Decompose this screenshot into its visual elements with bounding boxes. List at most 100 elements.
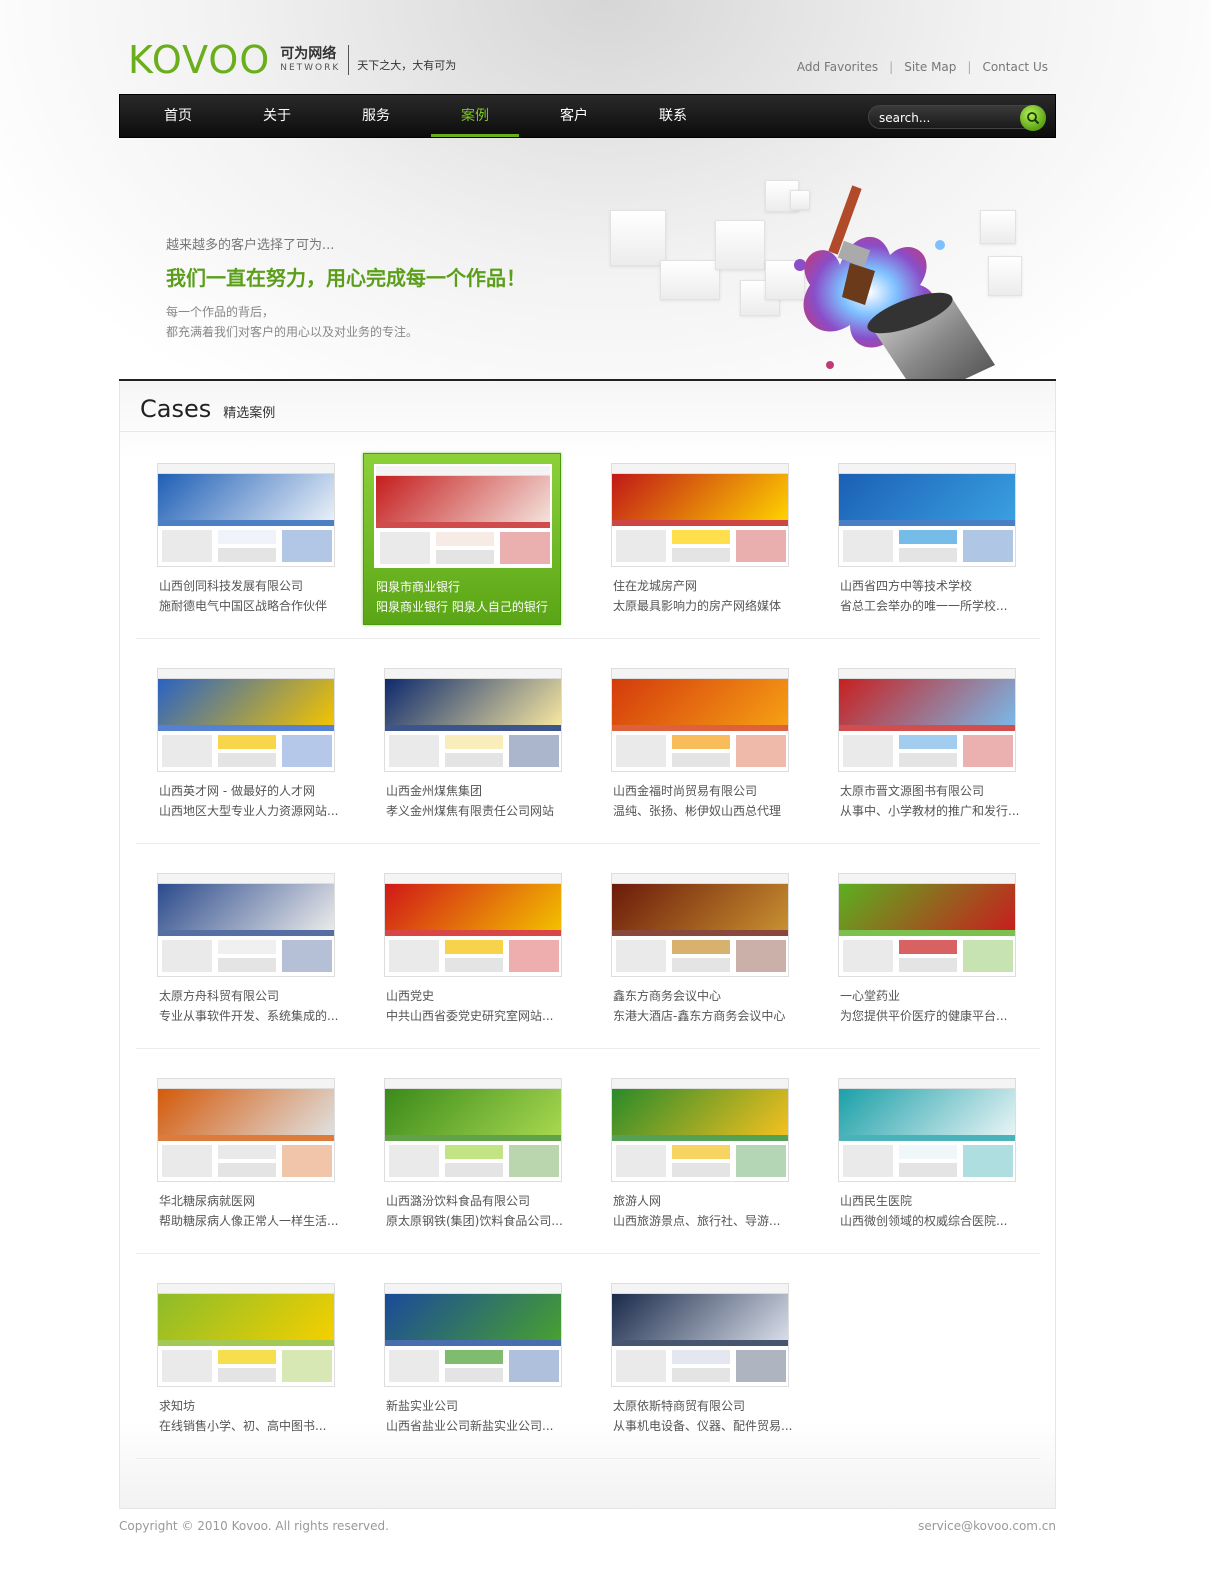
case-card[interactable]: 太原依斯特商贸有限公司 从事机电设备、仪器、配件贸易... — [590, 1273, 792, 1445]
case-name[interactable]: 山西创同科技发展有限公司 — [159, 577, 303, 594]
thumb-block — [445, 735, 503, 749]
contact-email[interactable]: service@kovoo.com.cn — [918, 1519, 1056, 1533]
case-card[interactable]: 山西省四方中等技术学校 省总工会举办的唯一一所学校... — [817, 453, 1016, 625]
case-name[interactable]: 山西潞汾饮料食品有限公司 — [386, 1192, 530, 1209]
case-card[interactable]: 山西英才网 - 做最好的人才网山西地区大型专业人力资源网站... — [136, 658, 338, 830]
case-thumbnail[interactable] — [157, 463, 335, 567]
case-description: 孝义金州煤焦有限责任公司网站 — [386, 804, 555, 818]
thumb-nav — [158, 1340, 334, 1346]
case-name[interactable]: 山西金福时尚贸易有限公司 — [613, 782, 757, 799]
thumb-block — [616, 735, 666, 767]
case-name[interactable]: 太原市晋文源图书有限公司 — [840, 782, 984, 799]
nav-clients[interactable]: 客户 — [530, 95, 618, 137]
thumb-block — [899, 1145, 957, 1159]
thumb-block — [736, 1350, 786, 1382]
thumb-banner — [158, 1089, 334, 1135]
thumb-block — [445, 940, 503, 954]
nav-cases[interactable]: 案例 — [431, 95, 519, 137]
case-thumbnail[interactable] — [157, 668, 335, 772]
case-thumbnail[interactable] — [611, 463, 789, 567]
site-map-link[interactable]: Site Map — [904, 60, 956, 74]
thumb-banner — [839, 679, 1015, 725]
thumb-topbar — [612, 1284, 788, 1294]
nav-services[interactable]: 服务 — [332, 95, 420, 137]
case-name[interactable]: 住在龙城房产网 — [613, 577, 697, 594]
thumb-block — [445, 1145, 503, 1159]
case-card[interactable]: 山西潞汾饮料食品有限公司 原太原钢铁(集团)饮料食品公司... — [363, 1068, 563, 1240]
logo-divider — [348, 45, 350, 75]
thumb-block — [843, 1145, 893, 1177]
case-description: 山西地区大型专业人力资源网站... — [159, 804, 339, 818]
case-thumbnail[interactable] — [374, 464, 552, 568]
thumb-topbar — [839, 1079, 1015, 1089]
nav-about[interactable]: 关于 — [233, 95, 321, 137]
case-name[interactable]: 山西省四方中等技术学校 — [840, 577, 972, 594]
row-divider — [136, 843, 1040, 844]
case-card[interactable]: 住在龙城房产网 太原最具影响力的房产网络媒体 — [590, 453, 789, 625]
case-thumbnail[interactable] — [384, 1078, 562, 1182]
case-name[interactable]: 山西党史 — [386, 987, 434, 1004]
thumb-block — [899, 753, 957, 767]
case-thumbnail[interactable] — [838, 668, 1016, 772]
case-card[interactable]: 山西民生医院 山西微创领域的权威综合医院... — [817, 1068, 1016, 1240]
case-card[interactable]: 旅游人网 山西旅游景点、旅行社、导游... — [590, 1068, 789, 1240]
case-thumbnail[interactable] — [384, 1283, 562, 1387]
thumb-block — [672, 1163, 730, 1177]
case-name[interactable]: 新盐实业公司 — [386, 1397, 458, 1414]
thumb-block — [672, 958, 730, 972]
case-name[interactable]: 山西民生医院 — [840, 1192, 912, 1209]
case-thumbnail[interactable] — [157, 1078, 335, 1182]
case-name[interactable]: 旅游人网 — [613, 1192, 661, 1209]
case-thumbnail[interactable] — [384, 668, 562, 772]
nav-home[interactable]: 首页 — [134, 95, 222, 137]
case-name[interactable]: 一心堂药业 — [840, 987, 900, 1004]
case-card[interactable]: 阳泉市商业银行 阳泉商业银行 阳泉人自己的银行 — [363, 453, 561, 625]
thumb-block — [672, 940, 730, 954]
thumb-block — [218, 1350, 276, 1364]
case-name[interactable]: 鑫东方商务会议中心 — [613, 987, 721, 1004]
case-thumbnail[interactable] — [838, 1078, 1016, 1182]
case-thumbnail[interactable] — [838, 463, 1016, 567]
thumb-block — [500, 532, 550, 564]
case-name[interactable]: 阳泉市商业银行 — [376, 578, 460, 595]
case-card[interactable]: 一心堂药业 为您提供平价医疗的健康平台... — [817, 863, 1016, 1035]
thumb-banner — [839, 474, 1015, 520]
case-description: 帮助糖尿病人像正常人一样生活... — [159, 1214, 339, 1228]
case-card[interactable]: 山西创同科技发展有限公司 施耐德电气中国区战略合作伙伴 — [136, 453, 335, 625]
add-favorites-link[interactable]: Add Favorites — [797, 60, 878, 74]
logo[interactable]: KOVOO 可为网络 NETWORK 天下之大，大有可为 — [128, 38, 456, 82]
case-name[interactable]: 太原方舟科贸有限公司 — [159, 987, 279, 1004]
case-card[interactable]: 山西金福时尚贸易有限公司温纯、张扬、彬伊奴山西总代理 — [590, 658, 789, 830]
search-input[interactable] — [879, 109, 1019, 127]
case-card[interactable]: 新盐实业公司 山西省盐业公司新盐实业公司... — [363, 1273, 562, 1445]
case-thumbnail[interactable] — [157, 1283, 335, 1387]
case-name[interactable]: 华北糖尿病就医网 — [159, 1192, 255, 1209]
case-card[interactable]: 太原市晋文源图书有限公司 从事中、小学教材的推广和发行... — [817, 658, 1019, 830]
case-thumbnail[interactable] — [611, 1078, 789, 1182]
contact-us-link[interactable]: Contact Us — [982, 60, 1048, 74]
case-thumbnail[interactable] — [384, 873, 562, 977]
thumb-topbar — [612, 1079, 788, 1089]
case-card[interactable]: 华北糖尿病就医网帮助糖尿病人像正常人一样生活... — [136, 1068, 338, 1240]
search-button[interactable] — [1020, 105, 1046, 131]
case-card[interactable]: 太原方舟科贸有限公司 专业从事软件开发、系统集成的... — [136, 863, 338, 1035]
case-card[interactable]: 鑫东方商务会议中心 东港大酒店-鑫东方商务会议中心 — [590, 863, 789, 1035]
case-thumbnail[interactable] — [611, 1283, 789, 1387]
section-subtitle: 精选案例 — [223, 406, 276, 421]
case-name[interactable]: 山西英才网 - 做最好的人才网 — [159, 782, 315, 799]
thumb-block — [899, 1163, 957, 1177]
case-card[interactable]: 山西金州煤焦集团孝义金州煤焦有限责任公司网站 — [363, 658, 562, 830]
case-card[interactable]: 山西党史 中共山西省委党史研究室网站... — [363, 863, 562, 1035]
nav-contact[interactable]: 联系 — [629, 95, 717, 137]
thumb-topbar — [385, 1284, 561, 1294]
case-name[interactable]: 太原依斯特商贸有限公司 — [613, 1397, 745, 1414]
case-thumbnail[interactable] — [611, 668, 789, 772]
case-thumbnail[interactable] — [157, 873, 335, 977]
case-name[interactable]: 求知坊 — [159, 1397, 195, 1414]
case-name[interactable]: 山西金州煤焦集团 — [386, 782, 482, 799]
thumb-topbar — [839, 669, 1015, 679]
case-thumbnail[interactable] — [611, 873, 789, 977]
case-card[interactable]: 求知坊 在线销售小学、初、高中图书... — [136, 1273, 335, 1445]
case-description: 温纯、张扬、彬伊奴山西总代理 — [613, 804, 782, 818]
case-thumbnail[interactable] — [838, 873, 1016, 977]
